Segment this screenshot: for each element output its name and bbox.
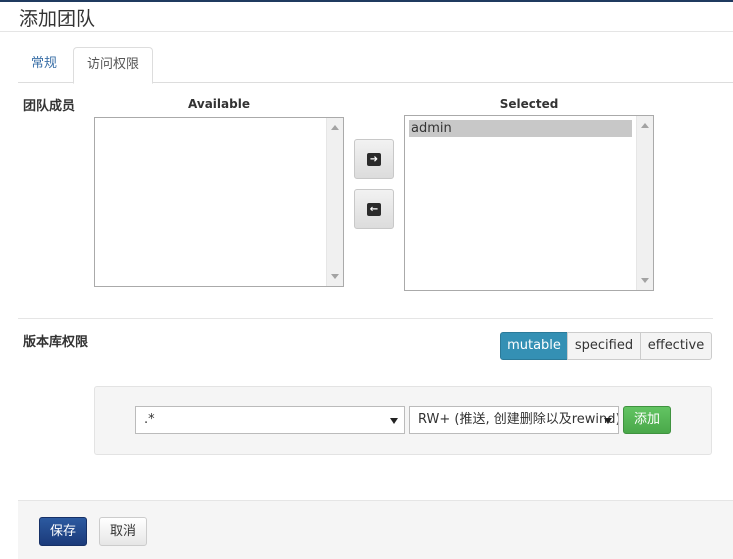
- selected-scrollbar[interactable]: [636, 116, 653, 290]
- list-item[interactable]: admin: [409, 120, 632, 137]
- scroll-up-icon[interactable]: [331, 125, 339, 130]
- arrow-left-icon: ←: [367, 203, 381, 216]
- available-scrollbar[interactable]: [326, 118, 343, 286]
- permission-select-value: RW+ (推送, 创建删除以及rewind): [418, 412, 619, 427]
- add-permission-button[interactable]: 添加: [623, 406, 671, 434]
- mode-effective-button[interactable]: effective: [640, 332, 712, 360]
- page-title: 添加团队: [19, 8, 96, 30]
- scroll-up-icon[interactable]: [641, 123, 649, 128]
- repo-select[interactable]: .*: [135, 406, 405, 434]
- available-heading: Available: [188, 97, 250, 111]
- save-button[interactable]: 保存: [39, 517, 87, 546]
- scroll-down-icon[interactable]: [331, 274, 339, 279]
- scroll-down-icon[interactable]: [641, 278, 649, 283]
- repo-select-value: .*: [144, 412, 155, 427]
- tab-access[interactable]: 访问权限: [73, 47, 154, 84]
- dropdown-caret-icon: [604, 418, 612, 424]
- section-divider: [18, 318, 713, 319]
- remove-member-button[interactable]: ←: [354, 189, 394, 229]
- cancel-button[interactable]: 取消: [99, 517, 147, 546]
- repo-permissions-label: 版本库权限: [23, 335, 89, 350]
- page-header: 添加团队: [0, 2, 733, 32]
- add-member-button[interactable]: ➜: [354, 139, 394, 179]
- mode-specified-button[interactable]: specified: [567, 332, 641, 360]
- selected-list[interactable]: admin: [404, 115, 654, 291]
- tab-bar: 常规 访问权限: [18, 47, 733, 84]
- selected-heading: Selected: [499, 97, 559, 111]
- tab-general[interactable]: 常规: [18, 47, 70, 83]
- mode-mutable-button[interactable]: mutable: [500, 332, 568, 360]
- members-label: 团队成员: [23, 99, 76, 114]
- permission-select[interactable]: RW+ (推送, 创建删除以及rewind): [409, 406, 619, 434]
- arrow-right-icon: ➜: [367, 153, 381, 166]
- available-list[interactable]: [94, 117, 344, 287]
- dropdown-caret-icon: [390, 418, 398, 424]
